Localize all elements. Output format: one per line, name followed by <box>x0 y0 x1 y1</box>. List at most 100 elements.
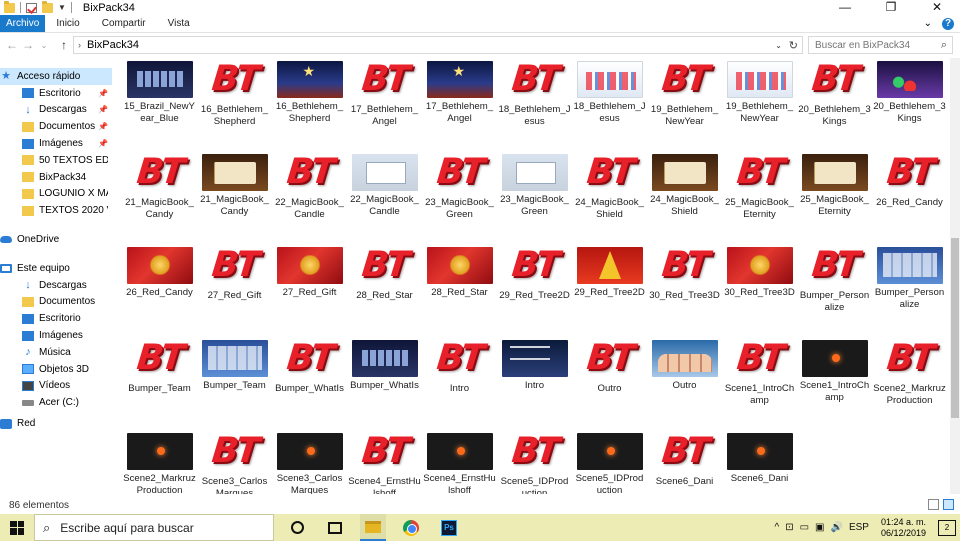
maximize-button[interactable]: ❐ <box>868 0 914 15</box>
file-item[interactable]: Scene2_MarkruzProduction <box>122 431 197 494</box>
task-view-button[interactable] <box>322 514 348 541</box>
file-item[interactable]: 30_Red_Tree3D <box>722 245 797 338</box>
details-view-icon[interactable] <box>928 499 939 510</box>
notification-center-icon[interactable]: 2 <box>938 519 956 536</box>
sidebar-item-bixpack34[interactable]: BixPack34 <box>0 169 112 186</box>
file-item[interactable]: BT 26_Red_Candy <box>872 152 947 245</box>
address-path[interactable]: BixPack34 <box>87 39 139 51</box>
search-input[interactable] <box>815 39 935 51</box>
file-item[interactable]: Scene4_ErnstHulshoff <box>422 431 497 494</box>
file-item[interactable]: 27_Red_Gift <box>272 245 347 338</box>
file-item[interactable]: BT 25_MagicBook_Eternity <box>722 152 797 245</box>
file-item[interactable]: BT 18_Bethlehem_Jesus <box>497 60 572 152</box>
device-icon[interactable]: ⊡ <box>785 522 793 533</box>
new-folder-icon[interactable] <box>42 0 53 13</box>
file-item[interactable]: BT Outro <box>572 338 647 431</box>
file-item[interactable]: BT Scene6_Dani <box>647 431 722 494</box>
file-item[interactable]: BT Intro <box>422 338 497 431</box>
file-item[interactable]: Bumper_Personalize <box>872 245 947 338</box>
scrollbar-thumb[interactable] <box>951 238 959 418</box>
file-item[interactable]: BT Bumper_Team <box>122 338 197 431</box>
file-item[interactable]: BT Scene4_ErnstHulshoff <box>347 431 422 495</box>
language-indicator[interactable]: ESP <box>849 522 869 533</box>
address-dropdown-icon[interactable]: ⌄ <box>775 41 782 50</box>
start-button[interactable] <box>0 514 34 541</box>
file-item[interactable]: BT 29_Red_Tree2D <box>497 245 572 338</box>
file-item[interactable]: BT Scene3_CarlosMarques <box>197 431 272 495</box>
file-item[interactable]: 18_Bethlehem_Jesus <box>572 60 647 152</box>
sidebar-item-documentos[interactable]: Documentos <box>0 294 112 311</box>
file-item[interactable]: Scene6_Dani <box>722 431 797 494</box>
network-status-icon[interactable]: ▣ <box>815 522 824 533</box>
sidebar-item-logunio-x-markr[interactable]: LOGUNIO X MARKR <box>0 186 112 203</box>
forward-arrow-icon[interactable]: → <box>20 38 36 52</box>
sidebar-item-escritorio[interactable]: Escritorio <box>0 310 112 327</box>
expand-ribbon-icon[interactable]: ⌄ <box>924 15 932 33</box>
close-button[interactable]: ✕ <box>914 0 960 15</box>
file-item[interactable]: 15_Brazil_NewYear_Blue <box>122 60 197 152</box>
cortana-button[interactable] <box>284 514 310 541</box>
file-item[interactable]: 17_Bethlehem_Angel <box>422 60 497 152</box>
sidebar-item-network[interactable]: Red <box>0 415 112 432</box>
file-item[interactable]: 16_Bethlehem_Shepherd <box>272 60 347 152</box>
file-item[interactable]: BT 24_MagicBook_Shield <box>572 152 647 245</box>
file-item[interactable]: Outro <box>647 338 722 431</box>
sidebar-item-onedrive[interactable]: OneDrive <box>0 231 112 248</box>
file-item[interactable]: 26_Red_Candy <box>122 245 197 338</box>
file-item[interactable]: 24_MagicBook_Shield <box>647 152 722 245</box>
file-item[interactable]: BT 30_Red_Tree3D <box>647 245 722 338</box>
file-item[interactable]: BT 27_Red_Gift <box>197 245 272 338</box>
file-item[interactable]: Scene5_IDProduction <box>572 431 647 494</box>
file-item[interactable]: BT Bumper_WhatIs <box>272 338 347 431</box>
help-icon[interactable]: ? <box>942 18 954 30</box>
taskbar-file-explorer[interactable] <box>360 514 386 541</box>
customize-toolbar-icon[interactable]: ▼ <box>58 3 66 12</box>
file-item[interactable]: 22_MagicBook_Candle <box>347 152 422 245</box>
file-item[interactable]: BT Scene5_IDProduction <box>497 431 572 495</box>
taskbar-search[interactable]: ⌕ Escribe aquí para buscar <box>34 514 274 541</box>
volume-icon[interactable]: 🔊 <box>830 522 842 533</box>
show-hidden-icons-icon[interactable]: ^ <box>774 522 779 533</box>
file-item[interactable]: BT 23_MagicBook_Green <box>422 152 497 245</box>
file-item[interactable]: BT 19_Bethlehem_NewYear <box>647 60 722 152</box>
file-item[interactable]: Bumper_WhatIs <box>347 338 422 431</box>
up-arrow-icon[interactable]: ↑ <box>56 38 72 52</box>
address-bar[interactable]: › BixPack34 ⌄ ↻ <box>73 36 803 54</box>
file-item[interactable]: Intro <box>497 338 572 431</box>
file-item[interactable]: BT 28_Red_Star <box>347 245 422 338</box>
back-arrow-icon[interactable]: ← <box>4 38 20 52</box>
search-box[interactable]: ⌕ <box>808 36 953 54</box>
file-item[interactable]: BT Bumper_Personalize <box>797 245 872 338</box>
tab-inicio[interactable]: Inicio <box>45 15 90 32</box>
search-icon[interactable]: ⌕ <box>941 39 947 52</box>
file-item[interactable]: 19_Bethlehem_NewYear <box>722 60 797 152</box>
sidebar-item-textos-2020-vol-4[interactable]: TEXTOS 2020 VOL 4 <box>0 202 112 219</box>
refresh-icon[interactable]: ↻ <box>789 39 798 52</box>
sidebar-item-descargas[interactable]: ↓ Descargas <box>0 277 112 294</box>
file-item[interactable]: Bumper_Team <box>197 338 272 431</box>
file-item[interactable]: Scene1_IntroChamp <box>797 338 872 431</box>
tab-compartir[interactable]: Compartir <box>91 15 157 32</box>
large-icons-view-icon[interactable] <box>943 499 954 510</box>
file-item[interactable]: BT 21_MagicBook_Candy <box>122 152 197 245</box>
sidebar-item-descargas[interactable]: ↓ Descargas 📌 <box>0 102 112 119</box>
clock[interactable]: 01:24 a. m. 06/12/2019 <box>881 517 926 539</box>
sidebar-item-documentos[interactable]: Documentos 📌 <box>0 118 112 135</box>
file-item[interactable]: 20_Bethlehem_3Kings <box>872 60 947 152</box>
tab-vista[interactable]: Vista <box>157 15 201 32</box>
taskbar-chrome[interactable] <box>398 514 424 541</box>
sidebar-item-im-genes[interactable]: Imágenes <box>0 327 112 344</box>
tab-archivo[interactable]: Archivo <box>0 15 46 32</box>
vertical-scrollbar[interactable] <box>950 58 960 494</box>
file-item[interactable]: BT Scene2_MarkruzProduction <box>872 338 947 431</box>
sidebar-item-m-sica[interactable]: ♪ Música <box>0 344 112 361</box>
file-item[interactable]: 29_Red_Tree2D <box>572 245 647 338</box>
file-item[interactable]: 25_MagicBook_Eternity <box>797 152 872 245</box>
sidebar-item-escritorio[interactable]: Escritorio 📌 <box>0 85 112 102</box>
taskbar-photoshop[interactable]: Ps <box>436 514 462 541</box>
sidebar-item-acer-c[interactable]: Acer (C:) <box>0 394 112 411</box>
sidebar-item-this-pc[interactable]: Este equipo <box>0 260 112 277</box>
file-item[interactable]: 21_MagicBook_Candy <box>197 152 272 245</box>
file-item[interactable]: BT 20_Bethlehem_3Kings <box>797 60 872 152</box>
sidebar-item-im-genes[interactable]: Imágenes 📌 <box>0 135 112 152</box>
